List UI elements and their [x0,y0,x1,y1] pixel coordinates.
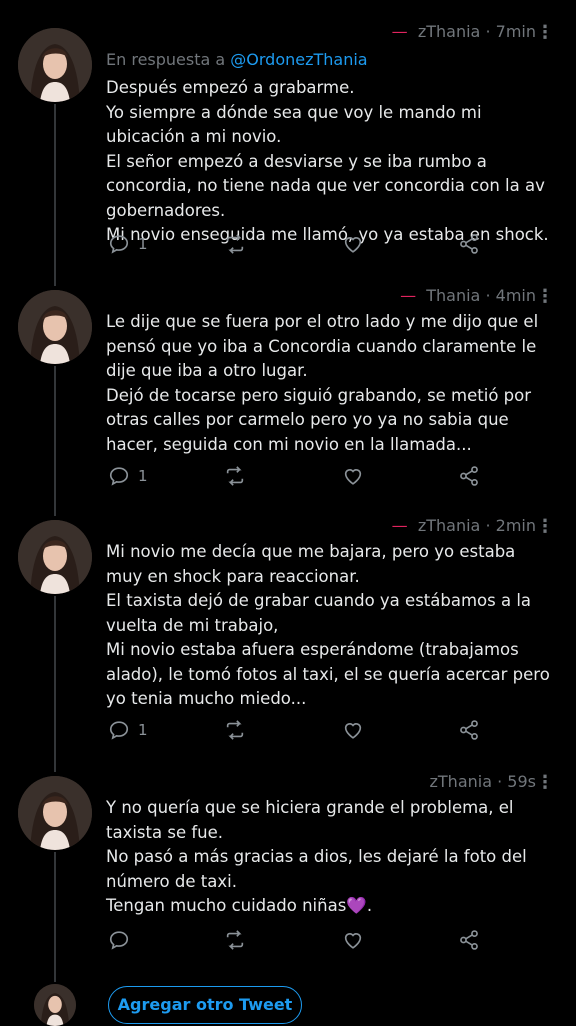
tweet-meta: — zThania · 2min [106,516,536,540]
share-button[interactable] [458,717,480,743]
more-icon[interactable]: ⋮ [536,774,554,796]
share-icon [460,720,478,740]
more-icon[interactable]: ⋮ [536,518,554,540]
retweet-icon [226,930,244,950]
meta-separator: · [497,772,503,791]
name-cutoff: — [400,286,422,305]
share-button[interactable] [458,927,480,953]
heart-icon [344,469,362,485]
reply-count: 1 [138,235,148,253]
reply-to-handle[interactable]: @OrdonezThania [230,50,367,69]
tweet-actions: 1 [106,231,486,257]
heart-icon [344,237,362,253]
author-name[interactable]: zThania [418,22,481,41]
like-button[interactable] [342,927,364,953]
tweet-time[interactable]: 4min [496,286,536,305]
retweet-icon [226,466,244,486]
tweet-actions: 1 [106,463,486,489]
author-name[interactable]: Thania [426,286,480,305]
heart-icon [344,723,362,739]
author-name[interactable]: zThania [430,772,493,791]
tweet-meta: — Thania · 4min [106,286,536,310]
name-cutoff: — [391,22,413,41]
tweet-meta: — zThania · 7min [106,22,536,46]
reply-icon [109,235,129,254]
more-icon[interactable]: ⋮ [536,24,554,46]
retweet-button[interactable] [224,463,246,489]
like-button[interactable] [342,463,364,489]
reply-icon [109,467,129,486]
retweet-icon [226,720,244,740]
tweet-text: Y no quería que se hiciera grande el pro… [106,798,527,915]
tweet-text: Después empezó a grabarme. Yo siempre a … [106,78,549,244]
retweet-button[interactable] [224,231,246,257]
tweet-time[interactable]: 7min [496,22,536,41]
reply-to-label: En respuesta a [106,50,226,69]
tweet-text: Le dije que se fuera por el otro lado y … [106,312,539,454]
tweet[interactable]: zThania · 59s ⋮ Y no quería que se hicie… [0,772,576,976]
add-tweet-button[interactable]: Agregar otro Tweet [108,986,302,1024]
share-button[interactable] [458,463,480,489]
avatar[interactable] [18,290,92,364]
meta-separator: · [485,516,491,535]
meta-separator: · [485,22,491,41]
tweet-time[interactable]: 59s [507,772,536,791]
tweet-actions [106,927,486,953]
retweet-button[interactable] [224,717,246,743]
tweet-time[interactable]: 2min [496,516,536,535]
tweet-meta: zThania · 59s [106,772,537,796]
like-button[interactable] [342,231,364,257]
retweet-icon [226,234,244,254]
reply-button[interactable]: 1 [108,231,148,257]
tweet[interactable]: — zThania · 7min ⋮ En respuesta a @Ordon… [0,0,576,290]
reply-count: 1 [138,721,148,739]
share-icon [460,234,478,254]
like-button[interactable] [342,717,364,743]
author-name[interactable]: zThania [418,516,481,535]
share-icon [460,930,478,950]
tweet[interactable]: — Thania · 4min ⋮ Le dije que se fuera p… [0,286,576,520]
avatar[interactable] [34,984,76,1026]
avatar[interactable] [18,520,92,594]
tweet-actions: 1 [106,717,486,743]
reply-button[interactable]: 1 [108,717,148,743]
more-icon[interactable]: ⋮ [536,288,554,310]
tweet-text: Mi novio me decía que me bajara, pero yo… [106,542,550,708]
avatar[interactable] [18,28,92,102]
meta-separator: · [485,286,491,305]
retweet-button[interactable] [224,927,246,953]
heart-icon [344,933,362,949]
reply-button[interactable]: 1 [108,463,148,489]
share-icon [460,466,478,486]
reply-button[interactable] [108,927,138,953]
avatar[interactable] [18,776,92,850]
reply-count: 1 [138,467,148,485]
share-button[interactable] [458,231,480,257]
name-cutoff: — [391,516,413,535]
reply-to: En respuesta a @OrdonezThania [106,50,368,69]
add-tweet-row: Agregar otro Tweet [0,982,576,1026]
tweet[interactable]: — zThania · 2min ⋮ Mi novio me decía que… [0,516,576,776]
reply-icon [109,721,129,740]
reply-icon [109,931,129,950]
